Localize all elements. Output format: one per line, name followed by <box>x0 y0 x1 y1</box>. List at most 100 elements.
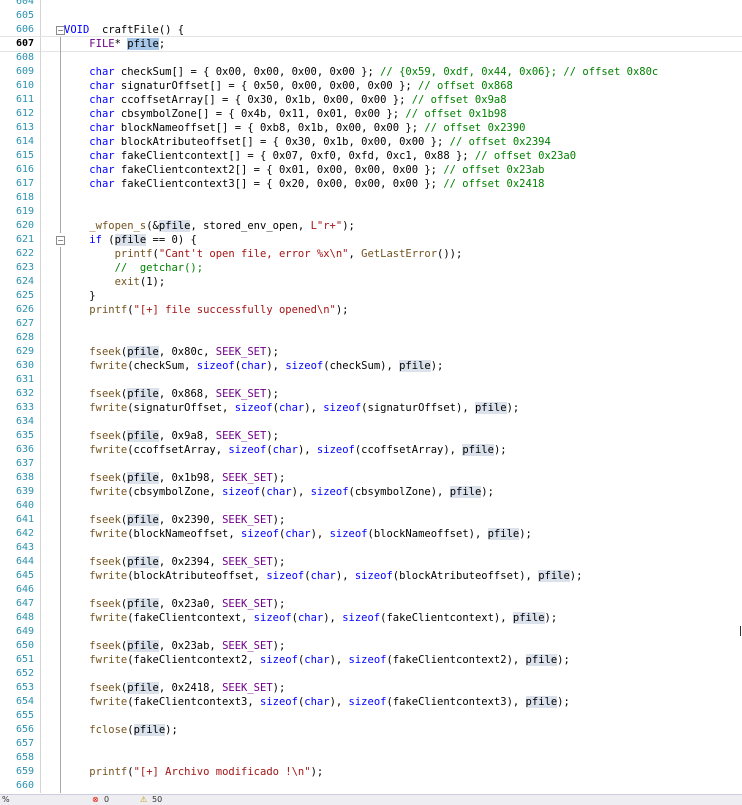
gutter-divider <box>40 779 41 793</box>
code-line[interactable]: 619 <box>0 205 742 219</box>
code-token: SEEK_SET <box>222 640 273 652</box>
line-number: 618 <box>15 192 34 203</box>
code-line[interactable]: 628 <box>0 331 742 345</box>
code-line[interactable]: 608 <box>0 51 742 65</box>
line-code: char cbsymbolZone[] = { 0x4b, 0x11, 0x01… <box>64 107 506 121</box>
code-token: fakeClientcontext3[] = { 0x20, 0x00, 0x0… <box>114 178 444 190</box>
code-line[interactable]: 655 <box>0 709 742 723</box>
fold-guide <box>60 149 61 163</box>
code-line[interactable]: 657 <box>0 737 742 751</box>
code-token: sizeof <box>241 528 279 540</box>
code-line[interactable]: 635 fseek(pfile, 0x9a8, SEEK_SET); <box>0 429 742 443</box>
code-line[interactable]: 626 printf("[+] file successfully opened… <box>0 303 742 317</box>
code-line[interactable]: 646 <box>0 583 742 597</box>
line-code: char ccoffsetArray[] = { 0x30, 0x1b, 0x0… <box>64 93 506 107</box>
code-line[interactable]: 611 char ccoffsetArray[] = { 0x30, 0x1b,… <box>0 93 742 107</box>
code-token: sizeof <box>316 444 355 456</box>
code-line[interactable]: 604 <box>0 0 742 9</box>
code-line[interactable]: 653 fseek(pfile, 0x2418, SEEK_SET); <box>0 681 742 695</box>
code-token: char <box>266 486 292 498</box>
code-line[interactable]: 632 fseek(pfile, 0x868, SEEK_SET); <box>0 387 742 401</box>
code-line[interactable]: 610 char signaturOffset[] = { 0x50, 0x00… <box>0 79 742 93</box>
code-line[interactable]: 624 exit(1); <box>0 275 742 289</box>
code-line[interactable]: 615 char fakeClientcontext[] = { 0x07, 0… <box>0 149 742 163</box>
line-code: fwrite(fakeClientcontext2, sizeof(char),… <box>64 653 570 667</box>
code-line[interactable]: 643 <box>0 541 742 555</box>
code-line[interactable]: 648 fwrite(fakeClientcontext, sizeof(cha… <box>0 611 742 625</box>
code-token: ()); <box>437 248 463 260</box>
code-token: char <box>89 150 115 162</box>
code-line[interactable]: 634 <box>0 415 742 429</box>
code-line[interactable]: 654 fwrite(fakeClientcontext3, sizeof(ch… <box>0 695 742 709</box>
code-token: "[+] Archivo modificado !\n" <box>133 766 311 778</box>
code-line[interactable]: 638 fseek(pfile, 0x1b98, SEEK_SET); <box>0 471 742 485</box>
code-line[interactable]: 612 char cbsymbolZone[] = { 0x4b, 0x11, … <box>0 107 742 121</box>
code-line[interactable]: 618 <box>0 191 742 205</box>
code-line[interactable]: 622 printf("Cant't open file, error %x\n… <box>0 247 742 261</box>
variable-reference: pfile <box>538 570 570 582</box>
code-line[interactable]: 636 fwrite(ccoffsetArray, sizeof(char), … <box>0 443 742 457</box>
fold-guide <box>60 555 61 569</box>
variable-reference: pfile <box>474 402 507 414</box>
variable-reference: pfile <box>114 234 147 246</box>
code-token: fwrite <box>89 612 128 624</box>
code-token: ); <box>557 696 570 708</box>
fold-guide <box>60 527 61 541</box>
code-line[interactable]: 647 fseek(pfile, 0x23a0, SEEK_SET); <box>0 597 742 611</box>
code-line[interactable]: 658 <box>0 751 742 765</box>
code-token: char <box>310 570 336 582</box>
code-line[interactable]: 649 <box>0 625 742 639</box>
code-token: ); <box>272 598 286 610</box>
code-line[interactable]: 613 char blockNameoffset[] = { 0xb8, 0x1… <box>0 121 742 135</box>
gutter-divider <box>40 387 41 401</box>
code-line[interactable]: 616 char fakeClientcontext2[] = { 0x01, … <box>0 163 742 177</box>
code-editor[interactable]: 604 605 606− VOID craftFile() {607 FILE* pf… <box>0 0 742 794</box>
code-line[interactable]: 625 } <box>0 289 742 303</box>
code-token: sizeof <box>234 402 273 414</box>
code-token: "[+] file successfully opened\n" <box>133 304 336 316</box>
code-line[interactable]: 656 fclose(pfile); <box>0 723 742 737</box>
gutter-divider <box>40 79 41 93</box>
code-token: (fakeClientcontext), <box>380 612 513 624</box>
line-code: fseek(pfile, 0x80c, SEEK_SET); <box>64 345 279 359</box>
fold-guide <box>60 625 61 639</box>
code-line[interactable]: 642 fwrite(blockNameoffset, sizeof(char)… <box>0 527 742 541</box>
code-line[interactable]: 651 fwrite(fakeClientcontext2, sizeof(ch… <box>0 653 742 667</box>
code-line[interactable]: 644 fseek(pfile, 0x2394, SEEK_SET); <box>0 555 742 569</box>
code-line[interactable]: 617 char fakeClientcontext3[] = { 0x20, … <box>0 177 742 191</box>
code-line[interactable]: 640 <box>0 499 742 513</box>
code-line[interactable]: 605 <box>0 9 742 23</box>
code-token: sizeof <box>260 654 298 666</box>
code-line[interactable]: 631 <box>0 373 742 387</box>
code-line[interactable]: 621− if (pfile == 0) { <box>0 233 742 247</box>
code-line[interactable]: 627 <box>0 317 742 331</box>
code-line[interactable]: 623 // getchar(); <box>0 261 742 275</box>
code-line[interactable]: 607 FILE* pfile; <box>0 36 742 52</box>
code-line[interactable]: 652 <box>0 667 742 681</box>
fold-guide <box>60 723 61 737</box>
line-code: if (pfile == 0) { <box>64 233 197 247</box>
code-line[interactable]: 633 fwrite(signaturOffset, sizeof(char),… <box>0 401 742 415</box>
code-line[interactable]: 637 <box>0 457 742 471</box>
line-number: 621 <box>15 234 34 245</box>
code-line[interactable]: 620 _wfopen_s(&pfile, stored_env_open, L… <box>0 219 742 233</box>
code-line[interactable]: 659 printf("[+] Archivo modificado !\n")… <box>0 765 742 779</box>
code-line[interactable]: 639 fwrite(cbsymbolZone, sizeof(char), s… <box>0 485 742 499</box>
code-line[interactable]: 641 fseek(pfile, 0x2390, SEEK_SET); <box>0 513 742 527</box>
code-line[interactable]: 630 fwrite(checkSum, sizeof(char), sizeo… <box>0 359 742 373</box>
line-number: 626 <box>15 304 34 315</box>
code-line[interactable]: 606− VOID craftFile() { <box>0 23 742 37</box>
variable-reference: pfile <box>127 598 159 610</box>
code-line[interactable]: 609 char checkSum[] = { 0x00, 0x00, 0x00… <box>0 65 742 79</box>
variable-reference: pfile <box>127 430 159 442</box>
line-code: char checkSum[] = { 0x00, 0x00, 0x00, 0x… <box>64 65 658 79</box>
code-line[interactable]: 645 fwrite(blockAtributeoffset, sizeof(c… <box>0 569 742 583</box>
code-line[interactable]: 650 fseek(pfile, 0x23ab, SEEK_SET); <box>0 639 742 653</box>
code-token: (fakeClientcontext2, <box>127 654 260 666</box>
code-line[interactable]: 660 <box>0 779 742 793</box>
code-line[interactable]: 614 char blockAtributeoffset[] = { 0x30,… <box>0 135 742 149</box>
code-line[interactable]: 629 fseek(pfile, 0x80c, SEEK_SET); <box>0 345 742 359</box>
